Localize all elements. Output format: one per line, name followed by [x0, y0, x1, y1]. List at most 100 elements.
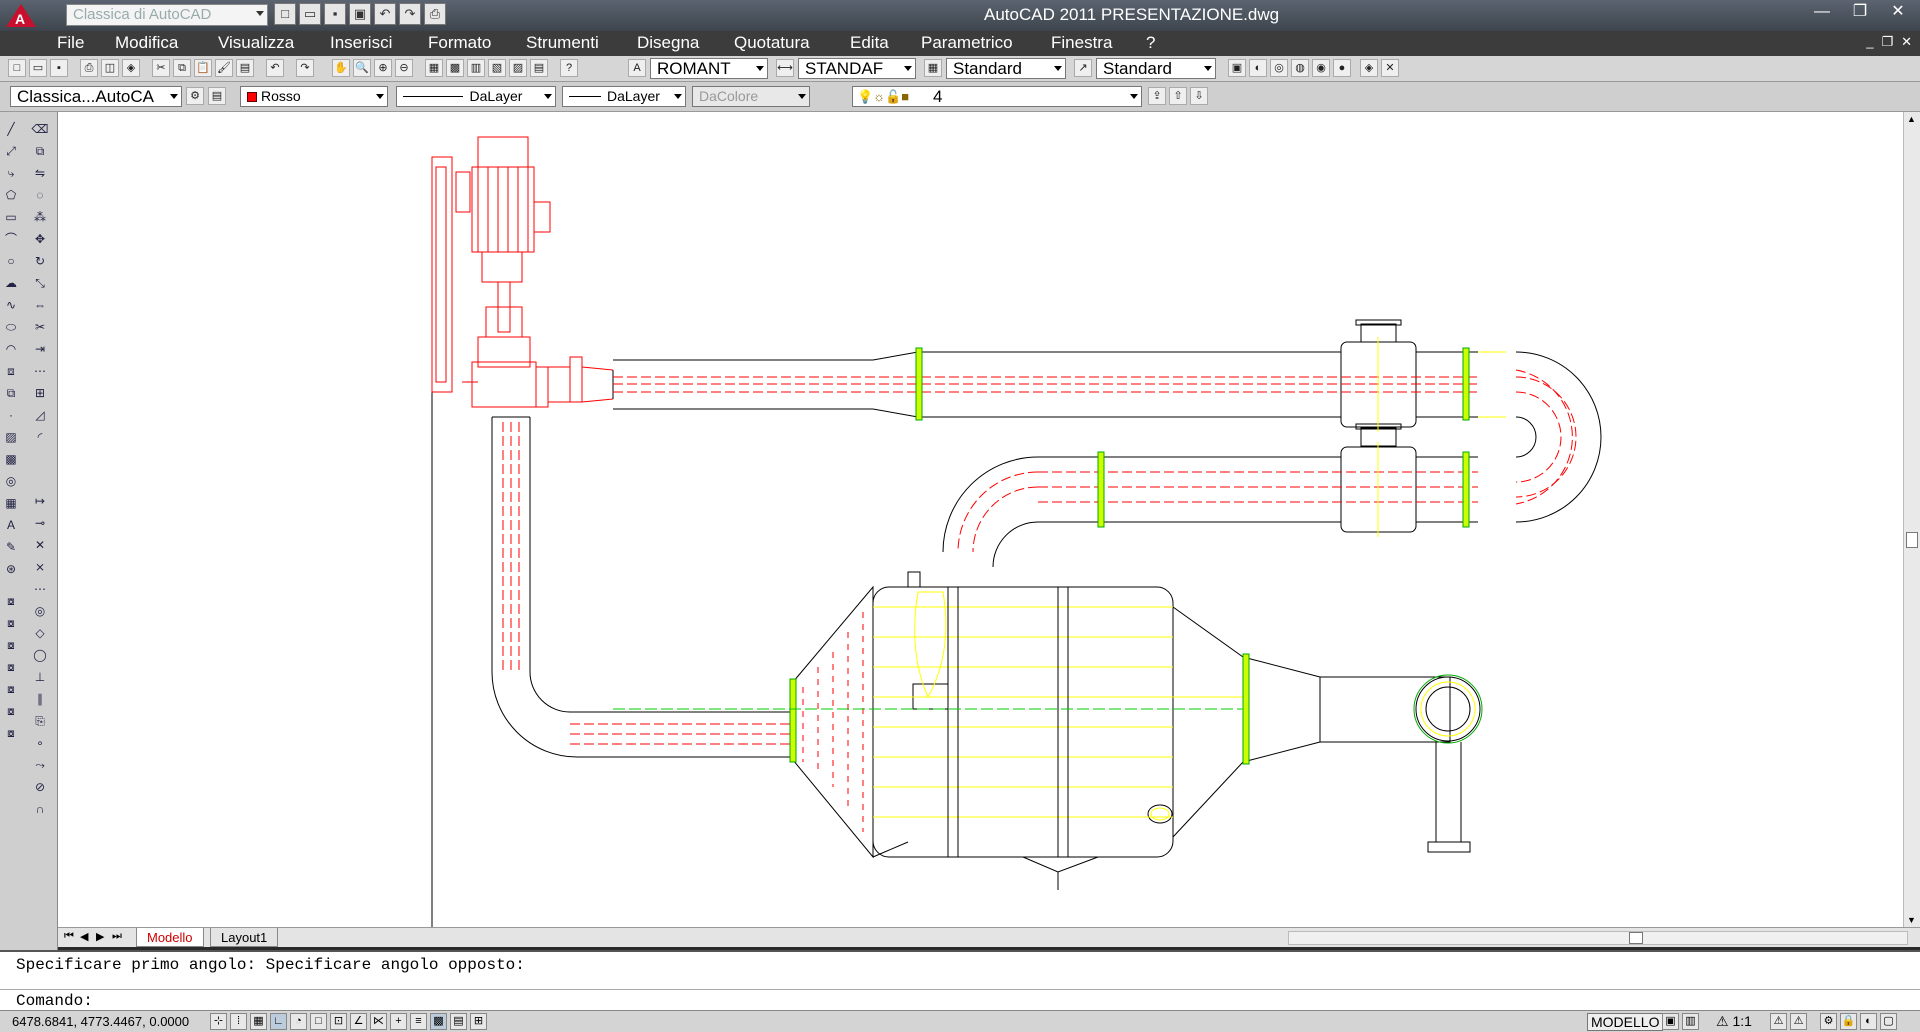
- menu-modifica[interactable]: Modifica: [115, 33, 178, 53]
- rectangle-icon[interactable]: ▭: [2, 208, 20, 226]
- zoom-previous-icon[interactable]: ⊖: [395, 59, 413, 77]
- table-style-dropdown[interactable]: Standard: [946, 58, 1066, 79]
- array-icon[interactable]: ⁂: [31, 208, 49, 226]
- layer-states-icon[interactable]: ⇩: [1190, 87, 1208, 105]
- hscroll-thumb[interactable]: [1629, 932, 1643, 944]
- table-icon[interactable]: ▦: [2, 494, 20, 512]
- tab-layout1[interactable]: Layout1: [210, 928, 279, 947]
- region-icon[interactable]: ◎: [2, 472, 20, 490]
- snap-parallel-icon[interactable]: ∥: [31, 690, 49, 708]
- table-style-icon[interactable]: ▦: [924, 59, 942, 77]
- vertical-scrollbar[interactable]: ▲ ▼: [1903, 112, 1920, 927]
- menu-disegna[interactable]: Disegna: [637, 33, 699, 53]
- snap-tangent-icon[interactable]: ◯: [31, 646, 49, 664]
- point-icon[interactable]: ·: [2, 406, 20, 424]
- move-icon[interactable]: ✥: [31, 230, 49, 248]
- properties-icon[interactable]: ▦: [425, 59, 443, 77]
- menu-strumenti[interactable]: Strumenti: [526, 33, 599, 53]
- multileader-style-icon[interactable]: ↗: [1074, 59, 1092, 77]
- drawing-canvas[interactable]: [58, 112, 1903, 927]
- mtext-icon[interactable]: A: [2, 516, 20, 534]
- workspace-dropdown[interactable]: Classica di AutoCAD: [66, 4, 268, 26]
- sphere-icon[interactable]: ●: [1333, 59, 1351, 77]
- snap-intersection-icon[interactable]: ✕: [31, 536, 49, 554]
- layer-tool-icon[interactable]: ⧇: [2, 592, 20, 610]
- polyline-icon[interactable]: ⤷: [2, 164, 20, 182]
- osnap-icon[interactable]: □: [310, 1013, 327, 1030]
- color-dropdown[interactable]: Rosso: [240, 86, 388, 107]
- rotate-icon[interactable]: ↻: [31, 252, 49, 270]
- render-icon[interactable]: ◉: [1312, 59, 1330, 77]
- visual-style-icon[interactable]: ◐: [1249, 59, 1267, 77]
- dim-style-dropdown[interactable]: STANDAF: [798, 58, 916, 79]
- menu-finestra[interactable]: Finestra: [1051, 33, 1112, 53]
- model-space-button[interactable]: MODELLO: [1587, 1013, 1664, 1031]
- make-current-icon[interactable]: ⇪: [1148, 87, 1166, 105]
- 3dosnap-icon[interactable]: ⊡: [330, 1013, 347, 1030]
- sheetset-icon[interactable]: ▧: [488, 59, 506, 77]
- stretch-icon[interactable]: ⇔: [31, 296, 49, 314]
- revcloud-icon[interactable]: ☁: [2, 274, 20, 292]
- save-icon[interactable]: ▪: [324, 3, 346, 25]
- spline-icon[interactable]: ∿: [2, 296, 20, 314]
- layer-previous-icon[interactable]: ⇧: [1169, 87, 1187, 105]
- designcenter-icon[interactable]: ▩: [446, 59, 464, 77]
- copy-icon[interactable]: ⧉: [173, 59, 191, 77]
- ducs-icon[interactable]: ⋉: [370, 1013, 387, 1030]
- auto-scale-icon[interactable]: ⚠: [1790, 1013, 1807, 1030]
- doc-close-icon[interactable]: ✕: [1901, 34, 1912, 50]
- otrack-icon[interactable]: ∠: [350, 1013, 367, 1030]
- undo-icon[interactable]: ↶: [266, 59, 284, 77]
- snap-node-icon[interactable]: ∘: [31, 734, 49, 752]
- snap-endpoint-icon[interactable]: ↦: [31, 492, 49, 510]
- isolate-objects-icon[interactable]: ◐: [1860, 1013, 1877, 1030]
- qnew-icon[interactable]: □: [8, 59, 26, 77]
- offset-icon[interactable]: ◌: [31, 186, 49, 204]
- scroll-up-icon[interactable]: ▲: [1907, 114, 1916, 124]
- open-icon[interactable]: ▭: [299, 3, 321, 25]
- close-icon[interactable]: ✕: [1884, 2, 1912, 24]
- solid-icon[interactable]: ◈: [1360, 59, 1378, 77]
- undo-icon[interactable]: ↶: [374, 3, 396, 25]
- snap-none-icon[interactable]: ⊘: [31, 778, 49, 796]
- arc-icon[interactable]: ⌒: [2, 230, 20, 248]
- layer-tool6-icon[interactable]: ⧇: [2, 702, 20, 720]
- layer-props-icon[interactable]: ▤: [208, 87, 226, 105]
- toolbar-lock-icon[interactable]: 🔒: [1840, 1013, 1857, 1030]
- polar-icon[interactable]: ◔: [290, 1013, 307, 1030]
- join-icon[interactable]: ⊞: [31, 384, 49, 402]
- snap-nearest-icon[interactable]: ⤳: [31, 756, 49, 774]
- markup-icon[interactable]: ▨: [509, 59, 527, 77]
- open-icon[interactable]: ▭: [29, 59, 47, 77]
- calculator-icon[interactable]: ▤: [530, 59, 548, 77]
- saveas-icon[interactable]: ▣: [349, 3, 371, 25]
- menu-help[interactable]: ?: [1146, 33, 1155, 53]
- snap-quadrant-icon[interactable]: ◇: [31, 624, 49, 642]
- help-icon[interactable]: ?: [560, 59, 578, 77]
- menu-parametrico[interactable]: Parametrico: [921, 33, 1013, 53]
- geometry-icon[interactable]: ⊛: [2, 560, 20, 578]
- tpy-icon[interactable]: ▩: [430, 1013, 447, 1030]
- publish-icon[interactable]: ◈: [122, 59, 140, 77]
- snap-mode-icon[interactable]: ⁞: [230, 1013, 247, 1030]
- grid-icon[interactable]: ▦: [250, 1013, 267, 1030]
- polygon-icon[interactable]: ⬠: [2, 186, 20, 204]
- ellipse-icon[interactable]: ⬭: [2, 318, 20, 336]
- paste-icon[interactable]: 📋: [194, 59, 212, 77]
- command-line[interactable]: Comando:: [0, 989, 1920, 1012]
- close-solid-icon[interactable]: ✕: [1381, 59, 1399, 77]
- tab-nav-first-icon[interactable]: ⏮: [64, 930, 74, 943]
- preview-icon[interactable]: ◫: [101, 59, 119, 77]
- extend-icon[interactable]: ⇥: [31, 340, 49, 358]
- layer-tool4-icon[interactable]: ⧇: [2, 658, 20, 676]
- text-style-dropdown[interactable]: ROMANT: [650, 58, 768, 79]
- redo-icon[interactable]: ↷: [399, 3, 421, 25]
- menu-formato[interactable]: Formato: [428, 33, 491, 53]
- viewport-icon[interactable]: ▣: [1228, 59, 1246, 77]
- gradient-icon[interactable]: ▩: [2, 450, 20, 468]
- tab-nav-prev-icon[interactable]: ◀: [80, 930, 88, 943]
- minimize-icon[interactable]: —: [1808, 2, 1836, 24]
- cut-icon[interactable]: ✂: [152, 59, 170, 77]
- autocad-logo-icon[interactable]: A: [4, 2, 38, 29]
- trim-icon[interactable]: ✂: [31, 318, 49, 336]
